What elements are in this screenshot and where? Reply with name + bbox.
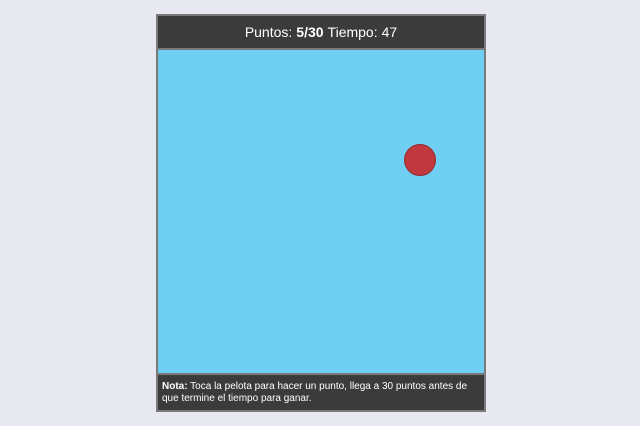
note-label: Nota:: [162, 381, 188, 392]
ball[interactable]: [404, 144, 436, 176]
time-value: 47: [381, 23, 398, 40]
score-header: Puntos: 5/30 Tiempo: 47: [158, 16, 484, 47]
points-label: Puntos:: [244, 23, 293, 40]
points-value: 5/30: [296, 23, 324, 40]
game-frame: Puntos: 5/30 Tiempo: 47 Nota: Toca la pelot…: [156, 14, 486, 412]
time-label: Tiempo:: [327, 23, 378, 40]
play-area[interactable]: [158, 48, 484, 375]
note-text: Toca la pelota para hacer un punto, lleg…: [162, 381, 468, 404]
instructions-note: Nota: Toca la pelota para hacer un punto…: [158, 376, 484, 410]
